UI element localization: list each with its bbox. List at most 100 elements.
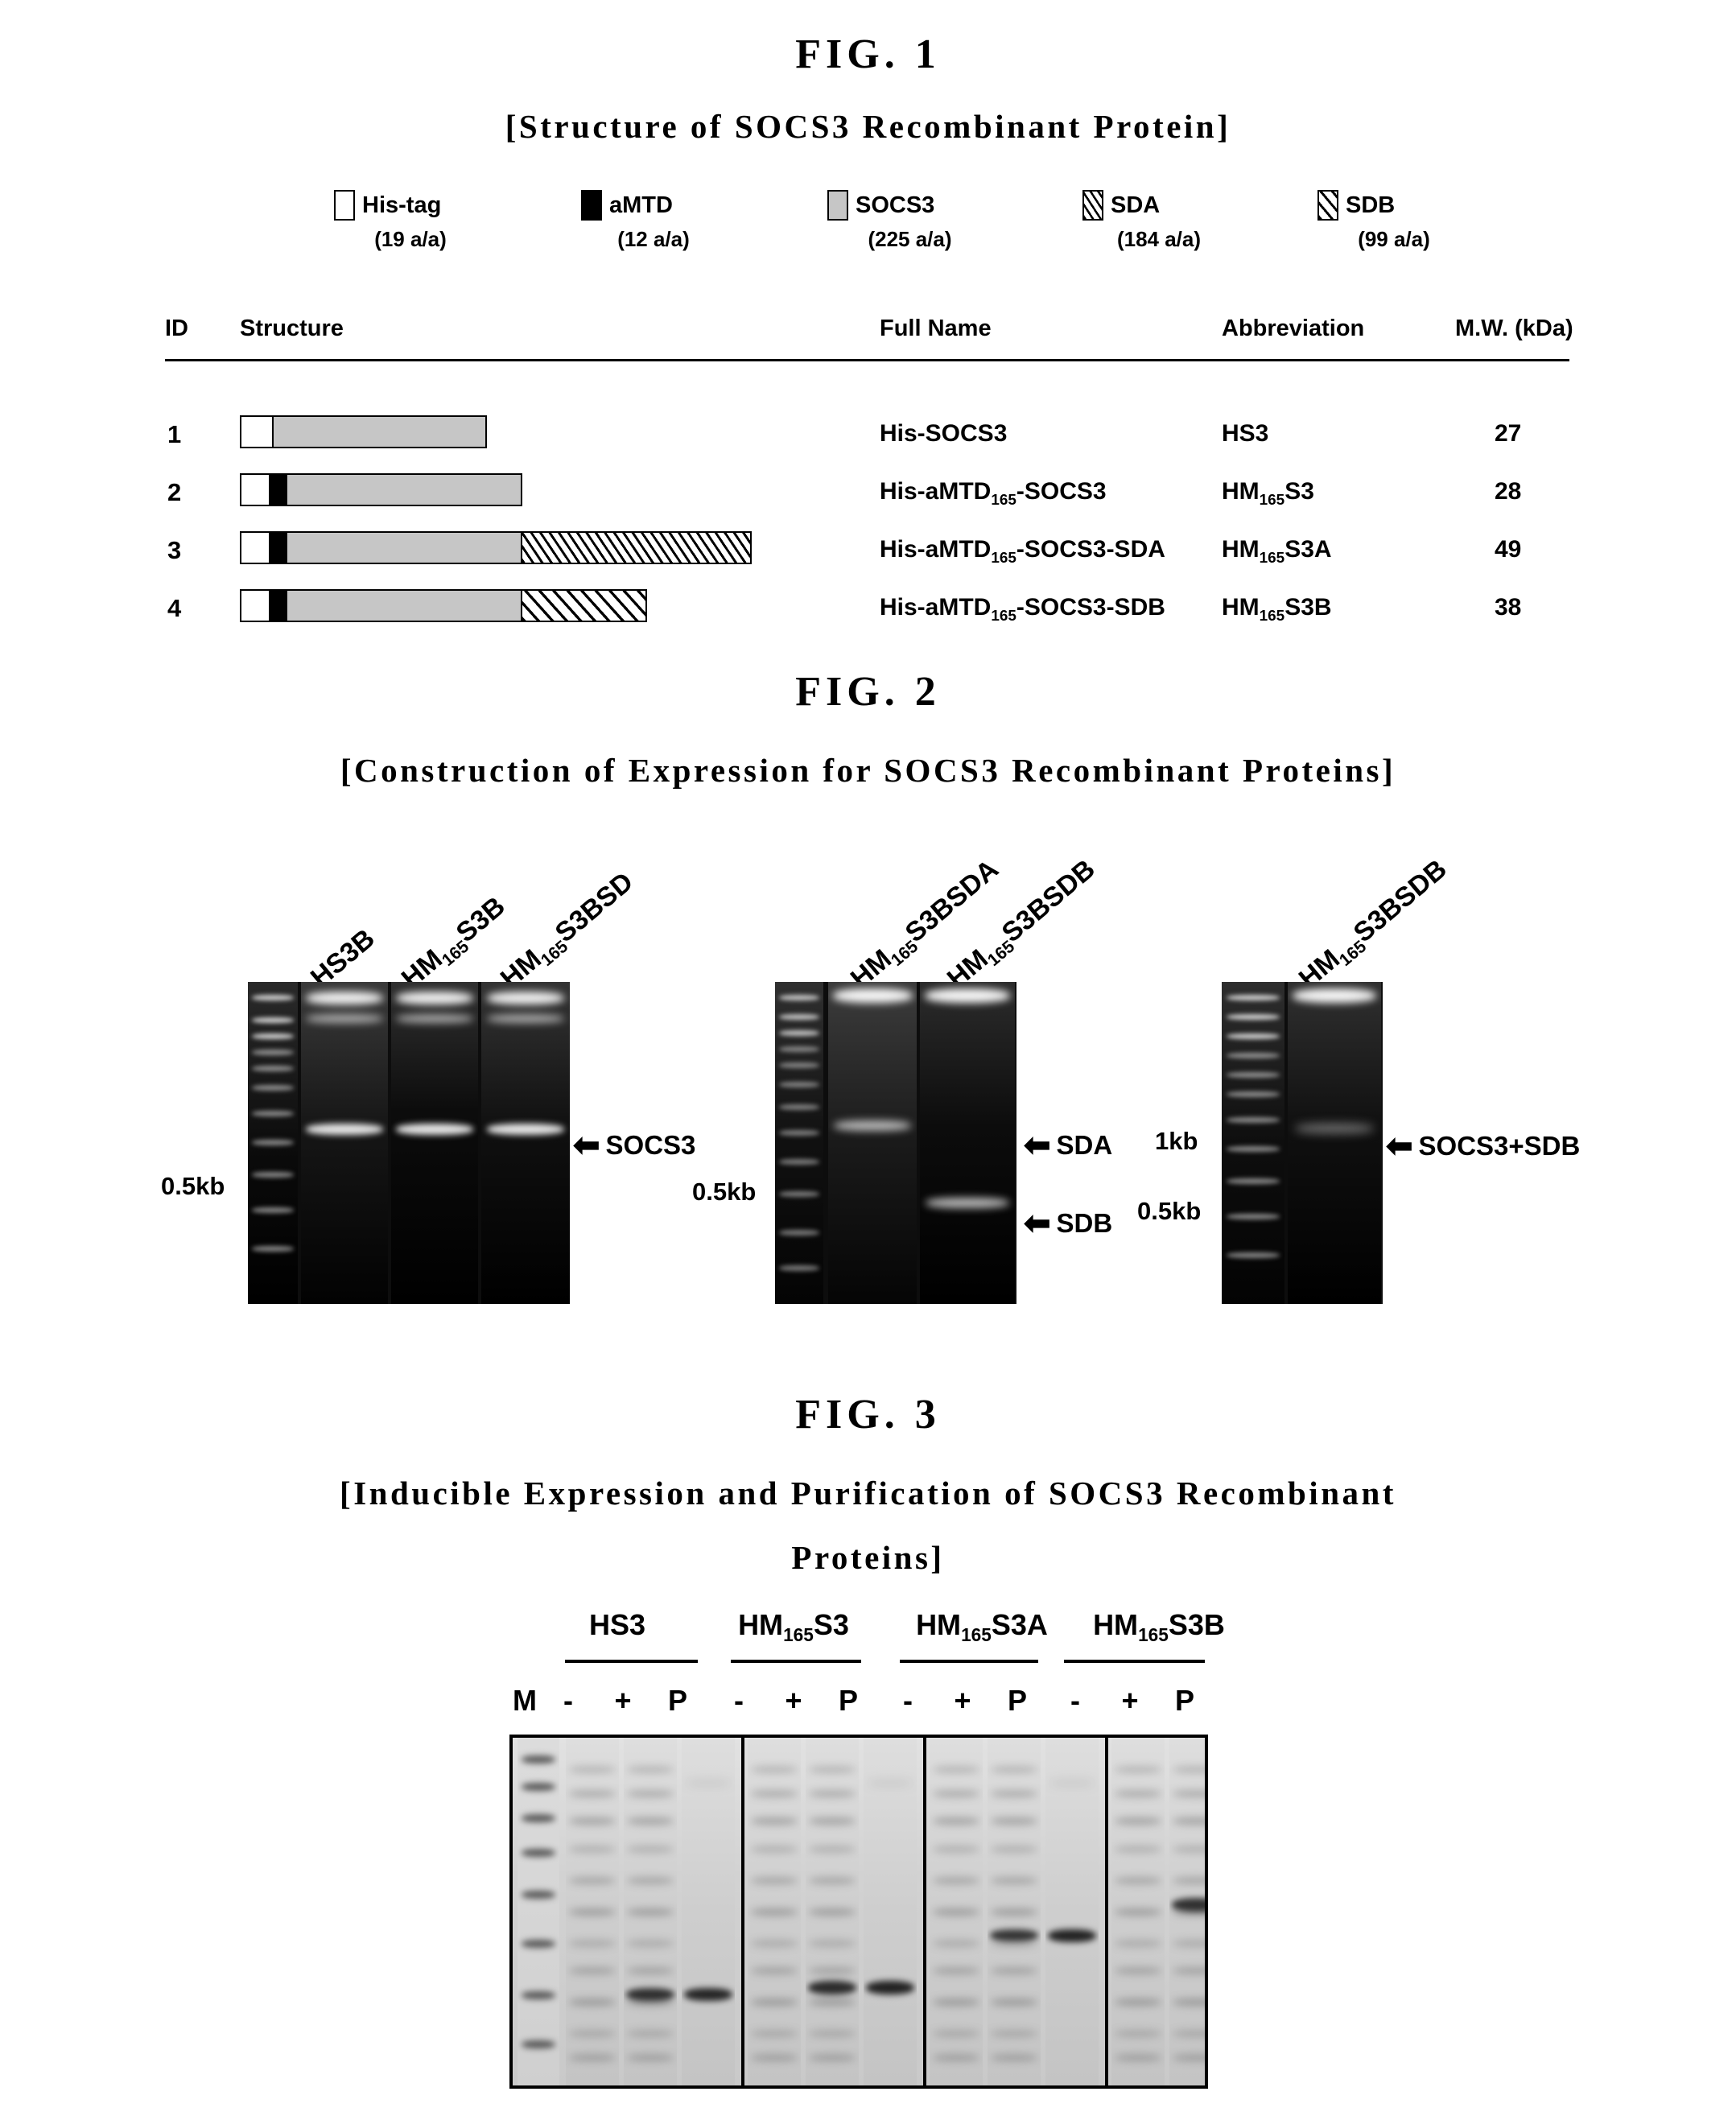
gel-band [486, 1014, 565, 1023]
cell-full-name: His-aMTD165-SOCS3-SDB [880, 594, 1165, 625]
gel-band [990, 1789, 1038, 1797]
gel-band [683, 1988, 733, 2002]
gel-band [932, 1939, 980, 1947]
gel-band [1049, 1779, 1095, 1786]
segment-sda [521, 533, 750, 563]
lane-group-separator [1105, 1738, 1108, 2085]
left-arrow-icon: ⬅ [1024, 1206, 1051, 1241]
gel-band [865, 1981, 915, 1995]
gel-lane [864, 1738, 917, 2085]
legend-label: aMTD [609, 192, 673, 218]
structure-bar [240, 531, 752, 564]
figure-1-table: ID Structure Full Name Abbreviation M.W.… [165, 316, 1573, 625]
gel-band [778, 1159, 820, 1165]
gel-band [251, 1111, 295, 1116]
gel-lane [682, 1738, 735, 2085]
gel-band [990, 1876, 1038, 1884]
gel-band [750, 2054, 798, 2062]
gel-band [522, 1991, 555, 2000]
gel-band [990, 1845, 1038, 1853]
lane-mark: - [1070, 1684, 1080, 1717]
gel-band [1114, 2029, 1162, 2037]
segment-his-tag [241, 417, 272, 447]
segment-socs3 [272, 417, 485, 447]
gel-band [522, 2040, 555, 2048]
gel-band [924, 988, 1011, 1003]
gel-band [750, 1845, 798, 1853]
left-arrow-icon: ⬅ [1024, 1128, 1051, 1163]
lane-mark: - [734, 1684, 744, 1717]
gel-band [778, 1014, 820, 1020]
cell-mw: 27 [1495, 420, 1522, 447]
lane-group-separator [923, 1738, 926, 2085]
gel-band [626, 1845, 674, 1853]
gel-band [1172, 1999, 1205, 2006]
band-annotation-label: SOCS3+SDB [1418, 1131, 1581, 1161]
legend-sublabel: (19 a/a) [374, 227, 447, 251]
cell-abbreviation: HM165S3 [1222, 478, 1314, 509]
gel-band [1227, 995, 1280, 1000]
gel-band [522, 1755, 555, 1764]
gel-band [1172, 1817, 1205, 1825]
gel-band [486, 1124, 565, 1135]
gel-band [932, 1876, 980, 1884]
cell-full-name: His-aMTD165-SOCS3 [880, 478, 1107, 509]
segment-his-tag [241, 533, 269, 563]
gel-band [868, 1779, 913, 1786]
legend-sublabel: (99 a/a) [1358, 227, 1430, 251]
gel-lane [481, 982, 570, 1304]
gel-band [568, 2029, 616, 2037]
gel-band [396, 1124, 473, 1135]
gel-band [1172, 1765, 1205, 1773]
gel-band [750, 1939, 798, 1947]
gel-band [778, 1230, 820, 1236]
gel-band [1172, 1967, 1205, 1975]
gel-lane [301, 982, 388, 1304]
gel-band [306, 1124, 383, 1135]
group-underline [900, 1660, 1038, 1663]
group-underline [565, 1660, 698, 1663]
gel-band [1172, 1845, 1205, 1853]
band-annotation-label: SDA [1056, 1130, 1113, 1160]
ladder-marker-label: 0.5kb [692, 1178, 757, 1206]
cell-full-name: His-SOCS3 [880, 420, 1008, 447]
figure-2-title: [Construction of Expression for SOCS3 Re… [340, 752, 1396, 789]
segment-socs3 [287, 533, 521, 563]
gel-band [1227, 1252, 1280, 1258]
left-arrow-icon: ⬅ [573, 1128, 600, 1163]
gel-band [808, 2054, 856, 2062]
lane-label: HM165S3BSD [494, 866, 640, 995]
gel-band [251, 995, 295, 1000]
structure-bar [240, 473, 522, 506]
gel-band [1114, 1939, 1162, 1947]
legend-label: SOCS3 [856, 192, 935, 218]
left-arrow-icon: ⬅ [1386, 1128, 1413, 1164]
gel-band [626, 1908, 674, 1916]
gel-lane [1111, 1738, 1165, 2085]
gel-band [568, 1939, 616, 1947]
gel-band [568, 1765, 616, 1773]
gel-band [932, 2054, 980, 2062]
lane-mark: + [954, 1684, 971, 1717]
ladder-marker-label: 0.5kb [161, 1172, 225, 1200]
group-header: HM165S3B [1093, 1608, 1225, 1646]
gel-band [808, 1789, 856, 1797]
lane-mark: + [1121, 1684, 1139, 1717]
gel-band [626, 1817, 674, 1825]
gel-band [626, 1765, 674, 1773]
legend-label: His-tag [362, 192, 442, 218]
legend-label: SDA [1111, 192, 1161, 218]
gel-band [1227, 1053, 1280, 1058]
gel-band [990, 2054, 1038, 2062]
legend-sublabel: (225 a/a) [868, 227, 952, 251]
col-header-abbreviation: Abbreviation [1222, 316, 1365, 341]
gel-band [1172, 1876, 1205, 1884]
ladder-marker-label: 0.5kb [1137, 1197, 1202, 1225]
segment-socs3 [287, 475, 521, 505]
gel-band [778, 1130, 820, 1136]
gel-band [932, 1908, 980, 1916]
gel-band [989, 1929, 1039, 1941]
gel-band [778, 1046, 820, 1052]
gel-band [251, 1017, 295, 1023]
gel-band [568, 1908, 616, 1916]
